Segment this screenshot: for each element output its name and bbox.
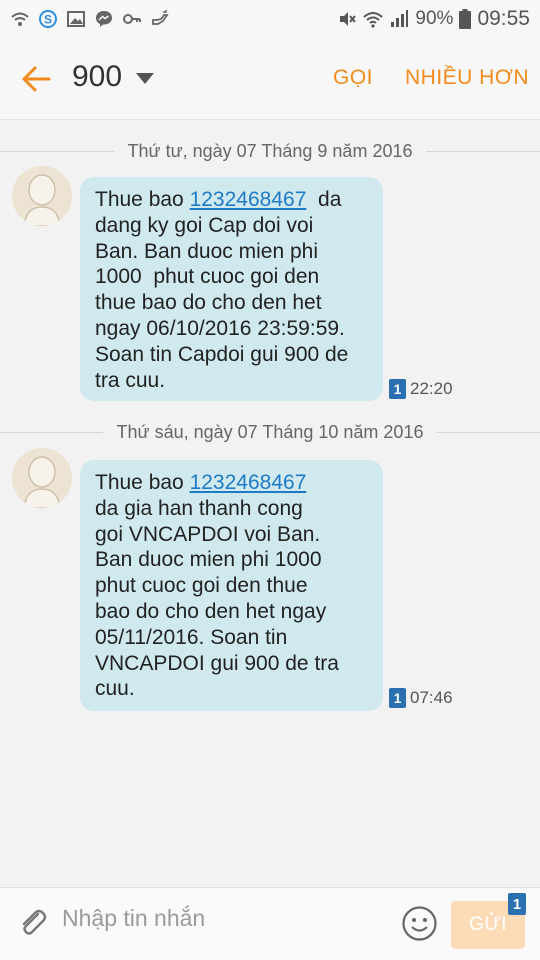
svg-text:S: S <box>44 13 52 27</box>
wifi-call-icon <box>10 9 30 29</box>
contact-selector[interactable]: 900 <box>72 60 155 94</box>
more-button[interactable]: NHIỀU HƠN <box>405 66 529 90</box>
contact-title: 900 <box>72 60 123 93</box>
message-time: 22:20 <box>410 379 453 398</box>
message-meta: 1 22:20 <box>389 379 453 399</box>
app-bar: 900 GỌI NHIỀU HƠN <box>0 38 540 120</box>
hand-icon <box>150 9 170 29</box>
message-bubble[interactable]: Thue bao 1232468467 da gia han thanh con… <box>80 460 383 711</box>
clock: 09:55 <box>477 7 530 30</box>
date-label: Thứ tư, ngày 07 Tháng 9 năm 2016 <box>127 140 413 161</box>
emoji-icon[interactable] <box>401 905 438 942</box>
wifi-icon <box>363 9 384 29</box>
message-line: Thue bao 1232468467 da <box>95 188 342 211</box>
avatar[interactable] <box>12 166 72 226</box>
divider <box>0 150 114 152</box>
message-line: ngay 06/10/2016 23:59:59. <box>95 316 345 340</box>
chevron-down-icon <box>136 73 155 84</box>
message-composer: Nhập tin nhắn GỬI 1 <box>0 887 540 960</box>
divider <box>426 150 540 152</box>
back-arrow-icon[interactable] <box>20 63 52 95</box>
gallery-icon <box>66 9 86 29</box>
message-line: da gia han thanh cong <box>95 496 303 520</box>
date-separator: Thứ sáu, ngày 07 Tháng 10 năm 2016 <box>0 417 540 447</box>
message-line: dang ky goi Cap doi voi <box>95 213 314 237</box>
date-separator: Thứ tư, ngày 07 Tháng 9 năm 2016 <box>0 136 540 166</box>
message-line: Ban duoc mien phi 1000 <box>95 548 322 572</box>
message-input[interactable]: Nhập tin nhắn <box>62 905 205 932</box>
message-line: cuu. <box>95 677 135 701</box>
message-line: VNCAPDOI gui 900 de tra <box>95 651 339 675</box>
message-line: phut cuoc goi den thue <box>95 574 308 598</box>
message-time: 07:46 <box>410 688 453 707</box>
message-line: bao do cho den het ngay <box>95 599 327 623</box>
message-line: thue bao do cho den het <box>95 291 322 315</box>
status-bar: S 90% 09:55 <box>0 0 540 38</box>
message-line: Ban. Ban duoc mien phi <box>95 239 318 263</box>
phone-link[interactable]: 1232468467 <box>190 188 307 211</box>
battery-icon <box>459 9 472 29</box>
call-button[interactable]: GỌI <box>333 66 373 90</box>
divider <box>0 431 103 433</box>
message-bubble[interactable]: Thue bao 1232468467 da dang ky goi Cap d… <box>80 177 383 401</box>
message-line: goi VNCAPDOI voi Ban. <box>95 522 321 546</box>
sim-badge: 1 <box>508 893 526 915</box>
message-line: 05/11/2016. Soan tin <box>95 625 288 649</box>
notification-icons: S <box>10 9 170 29</box>
system-icons: 90% 09:55 <box>337 7 530 31</box>
sim-badge: 1 <box>389 688 406 708</box>
message-line: 1000 phut cuoc goi den <box>95 265 320 289</box>
message-meta: 1 07:46 <box>389 688 453 708</box>
skype-icon: S <box>38 9 58 29</box>
messenger-icon <box>94 9 114 29</box>
mute-icon <box>337 9 357 29</box>
divider <box>437 431 540 433</box>
battery-percent: 90% <box>415 8 454 29</box>
message-line: Soan tin Capdoi gui 900 de <box>95 342 349 366</box>
message-line: tra cuu. <box>95 368 166 392</box>
conversation[interactable]: Thứ tư, ngày 07 Tháng 9 năm 2016 Thue ba… <box>0 121 540 887</box>
key-icon <box>122 9 142 29</box>
avatar[interactable] <box>12 448 72 508</box>
phone-link[interactable]: 1232468467 <box>190 471 307 494</box>
message-line: Thue bao 1232468467 <box>95 471 307 494</box>
sim-badge: 1 <box>389 379 406 399</box>
signal-icon <box>389 9 409 29</box>
date-label: Thứ sáu, ngày 07 Tháng 10 năm 2016 <box>116 421 424 442</box>
attach-icon[interactable] <box>16 906 50 940</box>
